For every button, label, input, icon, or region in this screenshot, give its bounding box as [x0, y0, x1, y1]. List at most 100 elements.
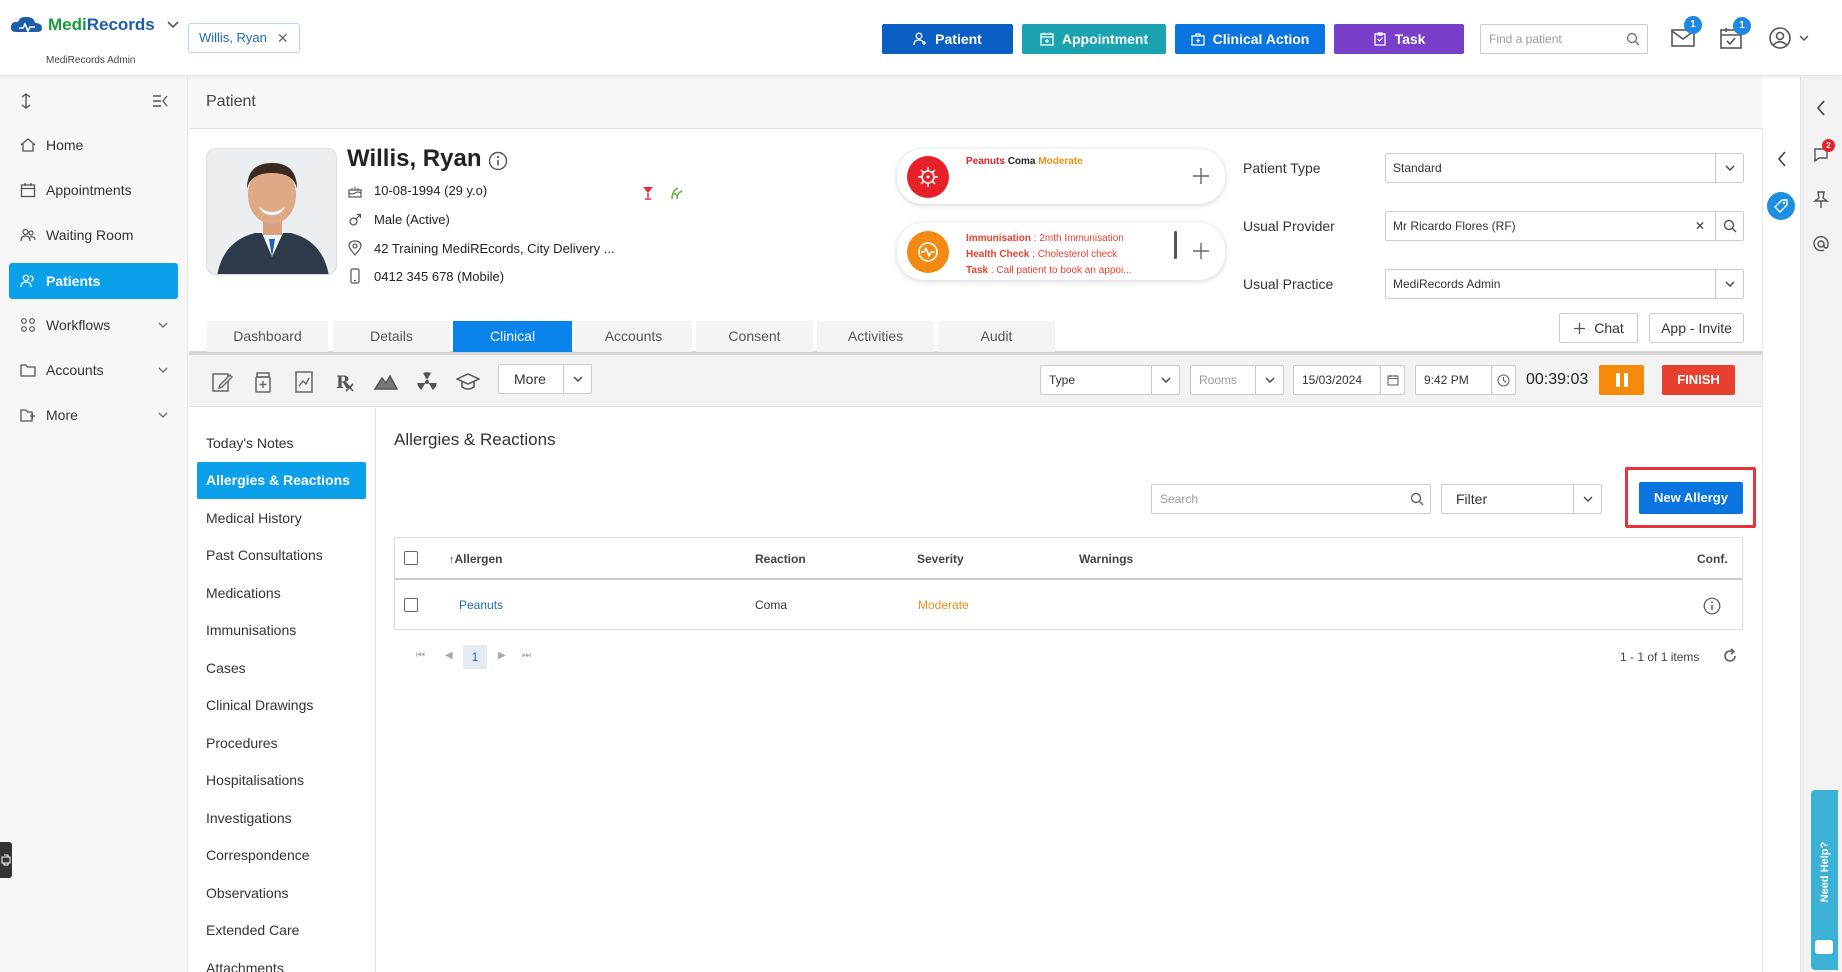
refresh-icon[interactable] — [1722, 648, 1738, 664]
clinical-nav-clinical-drawings[interactable]: Clinical Drawings — [197, 687, 366, 724]
clinical-nav-investigations[interactable]: Investigations — [197, 800, 366, 837]
messages-button[interactable]: 1 — [1671, 16, 1702, 48]
chat-button[interactable]: Chat — [1559, 313, 1638, 343]
search-icon[interactable] — [1626, 32, 1640, 46]
encounter-date-input[interactable]: 15/03/2024 — [1293, 365, 1405, 395]
clinical-nav-hospitalisations[interactable]: Hospitalisations — [197, 762, 366, 799]
sidebar-item-workflows[interactable]: Workflows — [9, 307, 178, 343]
education-cap-icon[interactable] — [456, 370, 480, 394]
next-page-icon[interactable]: ▶ — [498, 650, 506, 661]
search-icon[interactable] — [1410, 492, 1424, 506]
at-mention-icon[interactable] — [1813, 236, 1829, 252]
clinical-nav-procedures[interactable]: Procedures — [197, 725, 366, 762]
row-checkbox[interactable] — [404, 598, 418, 612]
clinical-nav-todays-notes[interactable]: Today's Notes — [197, 425, 366, 462]
tasks-button[interactable]: 1 — [1720, 17, 1751, 49]
radiation-icon[interactable] — [415, 370, 439, 394]
select-all-checkbox[interactable] — [404, 551, 418, 565]
alert-scrollbar[interactable] — [1174, 231, 1177, 259]
clinical-nav-allergies[interactable]: Allergies & Reactions — [197, 462, 366, 499]
column-header-severity[interactable]: Severity — [917, 552, 964, 566]
column-header-allergen[interactable]: ↑Allergen — [449, 552, 503, 566]
resize-vertical-icon[interactable] — [20, 93, 32, 109]
tab-clinical[interactable]: Clinical — [453, 321, 572, 352]
page-number[interactable]: 1 — [463, 645, 487, 669]
patient-photo[interactable] — [206, 148, 337, 275]
allergy-filter-select[interactable]: Filter — [1441, 484, 1602, 514]
add-alert-plus-icon[interactable] — [1192, 242, 1210, 260]
sidebar-item-waiting-room[interactable]: Waiting Room — [9, 217, 178, 253]
new-appointment-button[interactable]: Appointment — [1022, 24, 1166, 54]
prescription-bottle-icon[interactable] — [251, 370, 275, 394]
clinical-nav-observations[interactable]: Observations — [197, 875, 366, 912]
pause-button[interactable] — [1599, 365, 1644, 395]
sidebar-item-appointments[interactable]: Appointments — [9, 172, 178, 208]
tab-dashboard[interactable]: Dashboard — [207, 321, 328, 352]
clinical-nav-immunisations[interactable]: Immunisations — [197, 612, 366, 649]
dropdown-toggle[interactable] — [563, 365, 591, 393]
sidebar-item-patients[interactable]: Patients — [9, 263, 178, 299]
clinical-nav-extended-care[interactable]: Extended Care — [197, 912, 366, 949]
find-patient-input[interactable]: Find a patient — [1480, 24, 1648, 54]
need-help-tab[interactable]: Need Help? — [1811, 790, 1838, 970]
new-allergy-button[interactable]: New Allergy — [1639, 482, 1743, 514]
dropdown-toggle[interactable] — [1151, 366, 1179, 394]
sidebar-item-accounts[interactable]: Accounts — [9, 352, 178, 388]
dropdown-toggle[interactable] — [1255, 366, 1283, 394]
new-patient-button[interactable]: Patient — [882, 24, 1013, 54]
info-icon[interactable] — [488, 151, 508, 171]
clinical-nav-correspondence[interactable]: Correspondence — [197, 837, 366, 874]
encounter-time-input[interactable]: 9:42 PM — [1415, 365, 1516, 395]
column-header-conf[interactable]: Conf. — [1697, 552, 1728, 566]
tag-button[interactable] — [1767, 192, 1795, 220]
tab-details[interactable]: Details — [333, 321, 450, 352]
add-allergy-plus-icon[interactable] — [1192, 167, 1210, 185]
patient-type-select[interactable]: Standard — [1385, 153, 1744, 183]
info-icon[interactable] — [1703, 597, 1721, 615]
clinical-nav-medical-history[interactable]: Medical History — [197, 500, 366, 537]
usual-provider-input[interactable]: Mr Ricardo Flores (RF) ✕ — [1385, 211, 1744, 241]
column-header-reaction[interactable]: Reaction — [755, 552, 806, 566]
tab-accounts[interactable]: Accounts — [575, 321, 692, 352]
sidebar-item-more[interactable]: More — [9, 397, 178, 433]
pin-icon[interactable] — [1813, 191, 1829, 209]
rx-icon[interactable]: R — [333, 370, 357, 394]
chevron-down-icon[interactable] — [167, 21, 179, 29]
clinical-nav-cases[interactable]: Cases — [197, 650, 366, 687]
usual-practice-select[interactable]: MediRecords Admin — [1385, 269, 1744, 299]
collapse-sidebar-icon[interactable] — [152, 94, 168, 108]
first-page-icon[interactable]: ⏮ — [416, 650, 425, 661]
chevron-left-icon[interactable] — [1816, 100, 1826, 116]
allergy-search-input[interactable]: Search — [1151, 484, 1431, 514]
prev-page-icon[interactable]: ◀ — [445, 650, 453, 661]
more-tools-dropdown[interactable]: More — [498, 364, 592, 394]
clinical-nav-attachments[interactable]: Attachments — [197, 950, 366, 972]
clinical-nav-medications[interactable]: Medications — [197, 575, 366, 612]
app-logo[interactable]: MediRecords — [10, 14, 179, 36]
tab-consent[interactable]: Consent — [696, 321, 813, 352]
column-header-warnings[interactable]: Warnings — [1079, 552, 1133, 566]
edit-notes-icon[interactable] — [210, 370, 234, 394]
allergen-link[interactable]: Peanuts — [459, 598, 503, 612]
chevron-left-icon[interactable] — [1777, 151, 1787, 167]
close-icon[interactable]: ✕ — [277, 24, 289, 52]
rooms-select[interactable]: Rooms — [1190, 365, 1284, 395]
dropdown-toggle[interactable] — [1715, 270, 1743, 298]
tab-activities[interactable]: Activities — [817, 321, 934, 352]
last-page-icon[interactable]: ⏭ — [522, 650, 531, 661]
dropdown-toggle[interactable] — [1573, 485, 1601, 513]
new-task-button[interactable]: Task — [1334, 24, 1464, 54]
open-patient-chip[interactable]: Willis, Ryan ✕ — [188, 23, 300, 53]
encounter-type-select[interactable]: Type — [1040, 365, 1180, 395]
dropdown-toggle[interactable] — [1715, 154, 1743, 182]
clinical-nav-past-consultations[interactable]: Past Consultations — [197, 537, 366, 574]
clinical-action-button[interactable]: Clinical Action — [1175, 24, 1325, 54]
finish-button[interactable]: FINISH — [1662, 365, 1735, 395]
report-chart-icon[interactable] — [292, 370, 316, 394]
app-invite-button[interactable]: App - Invite — [1649, 313, 1744, 343]
clear-icon[interactable]: ✕ — [1695, 212, 1705, 240]
table-row[interactable] — [395, 582, 1742, 629]
date-picker-button[interactable] — [1380, 366, 1404, 394]
tab-audit[interactable]: Audit — [938, 321, 1055, 352]
sidebar-item-home[interactable]: Home — [9, 127, 178, 163]
